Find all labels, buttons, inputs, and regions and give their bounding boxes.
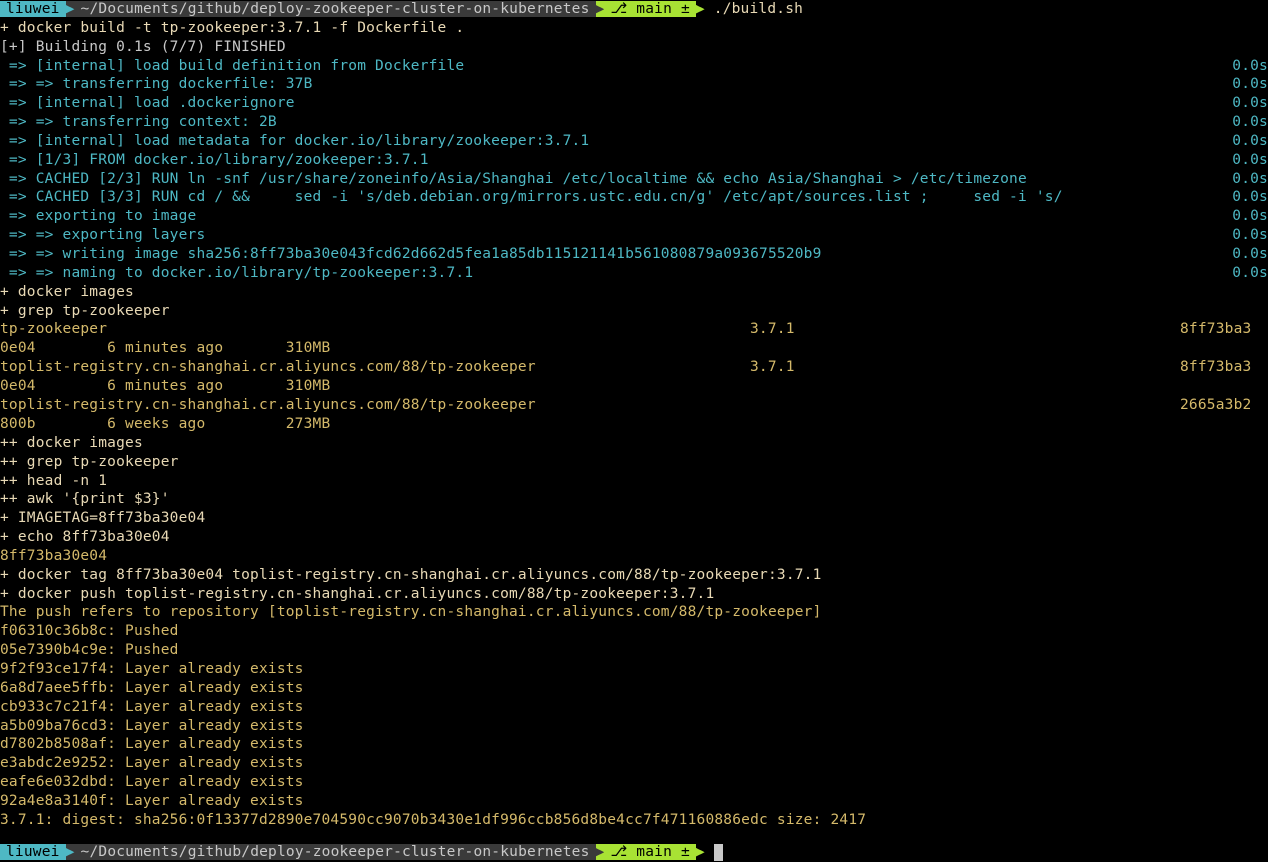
output-line: => [internal] load build definition from… <box>0 57 1268 76</box>
output-line: 92a4e8a3140f: Layer already exists <box>0 792 1268 811</box>
output-line: cb933c7c21f4: Layer already exists <box>0 698 1268 717</box>
prompt-user: liuwei <box>0 844 66 860</box>
output-line: ++ docker images <box>0 434 1268 453</box>
output-line: + docker images <box>0 283 1268 302</box>
output-line: + docker push toplist-registry.cn-shangh… <box>0 585 1268 604</box>
output-line: => => transferring dockerfile: 37B0.0s <box>0 75 1268 94</box>
prompt-path: ~/Documents/github/deploy-zookeeper-clus… <box>75 844 596 860</box>
output-line: tp-zookeeper3.7.18ff73ba3 <box>0 320 1268 339</box>
output-line: => [1/3] FROM docker.io/library/zookeepe… <box>0 151 1268 170</box>
output-line: toplist-registry.cn-shanghai.cr.aliyuncs… <box>0 396 1268 415</box>
output-line: + echo 8ff73ba30e04 <box>0 528 1268 547</box>
output-line: [+] Building 0.1s (7/7) FINISHED <box>0 38 1268 57</box>
prompt-branch: ⎇ main ± <box>604 844 695 860</box>
output-line: ++ grep tp-zookeeper <box>0 453 1268 472</box>
prompt-user: liuwei <box>0 1 66 17</box>
output-line: 6a8d7aee5ffb: Layer already exists <box>0 679 1268 698</box>
output-line: toplist-registry.cn-shanghai.cr.aliyuncs… <box>0 358 1268 377</box>
output-line: 8ff73ba30e04 <box>0 547 1268 566</box>
output-line: => => naming to docker.io/library/tp-zoo… <box>0 264 1268 283</box>
output-line: => [internal] load metadata for docker.i… <box>0 132 1268 151</box>
prompt-top: liuwei▶~/Documents/github/deploy-zookeep… <box>0 0 1268 19</box>
output-line: The push refers to repository [toplist-r… <box>0 603 1268 622</box>
output-line: f06310c36b8c: Pushed <box>0 622 1268 641</box>
prompt-bottom[interactable]: liuwei▶~/Documents/github/deploy-zookeep… <box>0 843 1268 862</box>
output-line: eafe6e032dbd: Layer already exists <box>0 773 1268 792</box>
output-line: 0e04 6 minutes ago 310MB <box>0 339 1268 358</box>
output-line: => CACHED [2/3] RUN ln -snf /usr/share/z… <box>0 170 1268 189</box>
output-line: 9f2f93ce17f4: Layer already exists <box>0 660 1268 679</box>
prompt-command: ./build.sh <box>714 1 803 17</box>
cursor-icon <box>714 844 723 861</box>
output-line: + docker tag 8ff73ba30e04 toplist-regist… <box>0 566 1268 585</box>
output-line: => [internal] load .dockerignore0.0s <box>0 94 1268 113</box>
output-line: 3.7.1: digest: sha256:0f13377d2890e70459… <box>0 811 1268 830</box>
output-line: ++ awk '{print $3}' <box>0 490 1268 509</box>
output-line: => => exporting layers0.0s <box>0 226 1268 245</box>
output-line: 800b 6 weeks ago 273MB <box>0 415 1268 434</box>
output-line: e3abdc2e9252: Layer already exists <box>0 754 1268 773</box>
output-line: 05e7390b4c9e: Pushed <box>0 641 1268 660</box>
prompt-path: ~/Documents/github/deploy-zookeeper-clus… <box>75 1 596 17</box>
output-line: => => writing image sha256:8ff73ba30e043… <box>0 245 1268 264</box>
output-line: 0e04 6 minutes ago 310MB <box>0 377 1268 396</box>
output-line: + grep tp-zookeeper <box>0 302 1268 321</box>
output-line: => exporting to image0.0s <box>0 207 1268 226</box>
prompt-branch: ⎇ main ± <box>604 1 695 17</box>
terminal-output[interactable]: liuwei▶~/Documents/github/deploy-zookeep… <box>0 0 1268 830</box>
output-line: => => transferring context: 2B0.0s <box>0 113 1268 132</box>
output-line: + docker build -t tp-zookeeper:3.7.1 -f … <box>0 19 1268 38</box>
output-line: d7802b8508af: Layer already exists <box>0 735 1268 754</box>
output-line: a5b09ba76cd3: Layer already exists <box>0 717 1268 736</box>
output-line: => CACHED [3/3] RUN cd / && sed -i 's/de… <box>0 188 1268 207</box>
output-line: ++ head -n 1 <box>0 472 1268 491</box>
output-line: + IMAGETAG=8ff73ba30e04 <box>0 509 1268 528</box>
